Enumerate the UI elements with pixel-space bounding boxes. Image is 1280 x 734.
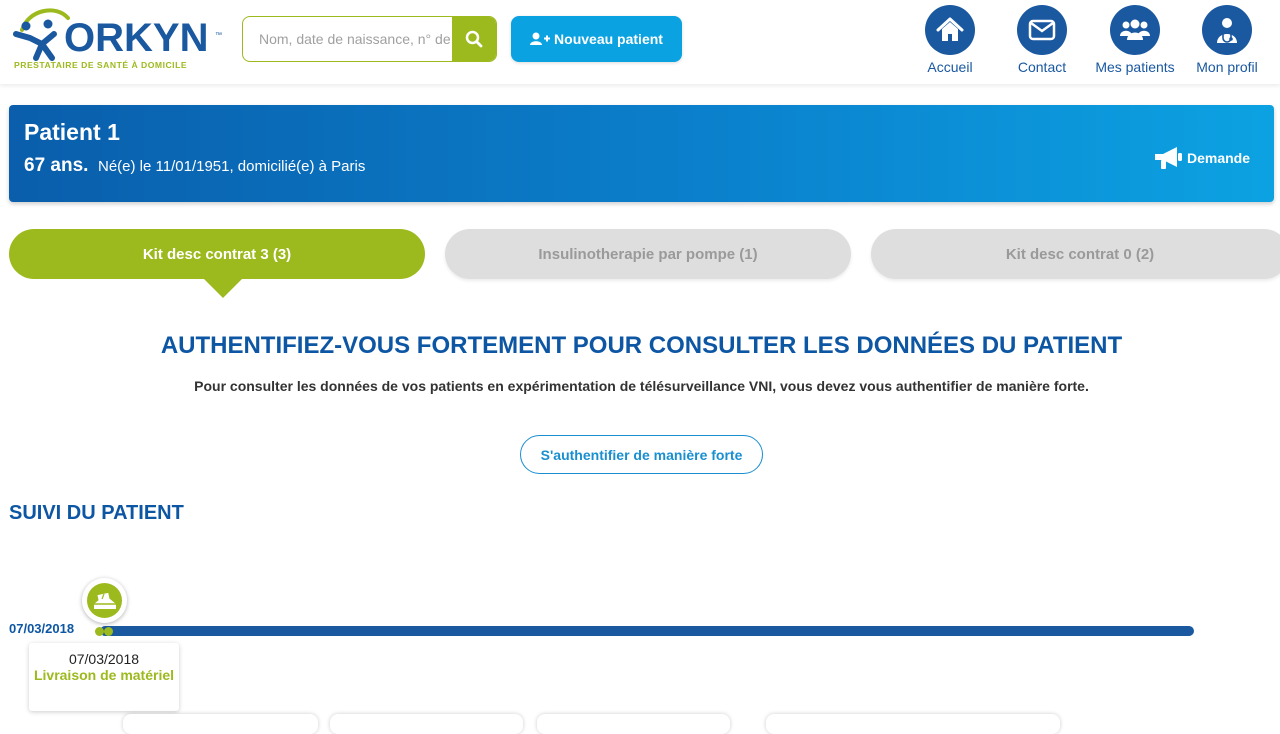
patient-info: Né(e) le 11/01/1951, domicilié(e) à Pari… [98,158,366,175]
auth-title: AUTHENTIFIEZ-VOUS FORTEMENT POUR CONSULT… [160,332,1123,359]
nav-label-mes-patients: Mes patients [1095,59,1175,75]
event-date: 07/03/2018 [68,651,140,667]
event-label: Livraison de matériel [33,667,175,683]
timeline-marker [104,627,113,636]
tab-kit-desc-contrat-0[interactable]: Kit desc contrat 0 (2) [871,229,1280,279]
users-icon-circle [1110,5,1160,55]
followup-card[interactable] [537,714,730,734]
nav-label-contact: Contact [1017,59,1067,75]
delivery-icon [93,592,116,609]
timeline-bar [100,626,1194,636]
search-box [242,16,497,62]
request-button[interactable]: Demande [1153,145,1250,171]
strong-auth-button[interactable]: S'authentifier de manière forte [520,435,763,474]
followup-card[interactable] [330,714,523,734]
nav-item-mes-patients[interactable]: Mes patients [1090,5,1180,77]
active-tab-pointer [203,278,243,298]
tab-insulinotherapie[interactable]: Insulinotherapie par pompe (1) [445,229,851,279]
top-bar: ORKYN ™ PRESTATAIRE DE SANTÉ À DOMICILE … [0,0,1280,84]
megaphone-icon [1154,147,1182,169]
patient-age: 67 ans. [24,155,89,176]
timeline-marker [95,627,104,636]
auth-text: Pour consulter les données de vos patien… [194,378,1089,394]
user-plus-icon [530,32,551,45]
request-label: Demande [1186,150,1250,166]
followup-title: SUIVI DU PATIENT [9,502,184,524]
timeline-event-button[interactable] [82,578,127,623]
envelope-icon [1028,19,1056,41]
logo-trademark: ™ [215,32,222,39]
nav-item-mon-profil[interactable]: Mon profil [1182,5,1272,77]
new-patient-button[interactable]: Nouveau patient [511,16,682,62]
home-icon [936,17,964,41]
patient-banner: Patient 1 67 ans. Né(e) le 11/01/1951, d… [9,105,1274,202]
followup-card[interactable] [766,714,1060,734]
patient-name: Patient 1 [24,119,120,145]
tab-label: Kit desc contrat 0 (2) [1005,245,1155,263]
orkyn-logo-icon [13,8,70,61]
logo-tagline: PRESTATAIRE DE SANTÉ À DOMICILE [14,60,188,70]
nav-item-contact[interactable]: Contact [997,5,1087,77]
doctor-icon [1217,18,1237,43]
followup-card[interactable] [123,714,318,734]
logo-wordmark: ORKYN [64,16,209,60]
home-icon-circle [925,5,975,55]
timeline-event-card[interactable]: 07/03/2018 Livraison de matériel [29,643,179,711]
search-icon [465,30,483,48]
tab-label: Kit desc contrat 3 (3) [142,245,292,263]
tab-label: Insulinotherapie par pompe (1) [538,245,758,263]
new-patient-label: Nouveau patient [554,31,663,47]
search-button[interactable] [452,17,496,61]
doctor-icon-circle [1202,5,1252,55]
tab-kit-desc-contrat-3[interactable]: Kit desc contrat 3 (3) [9,229,425,279]
envelope-icon-circle [1017,5,1067,55]
timeline-event-icon-bg [87,583,122,618]
nav-label-accueil: Accueil [927,59,973,75]
strong-auth-label: S'authentifier de manière forte [540,446,743,463]
search-input[interactable] [243,17,453,61]
nav-label-mon-profil: Mon profil [1196,59,1258,75]
nav-item-accueil[interactable]: Accueil [905,5,995,77]
orkyn-logo[interactable]: ORKYN ™ PRESTATAIRE DE SANTÉ À DOMICILE [12,4,227,72]
timeline-start-date: 07/03/2018 [9,621,75,636]
users-icon [1120,19,1150,40]
